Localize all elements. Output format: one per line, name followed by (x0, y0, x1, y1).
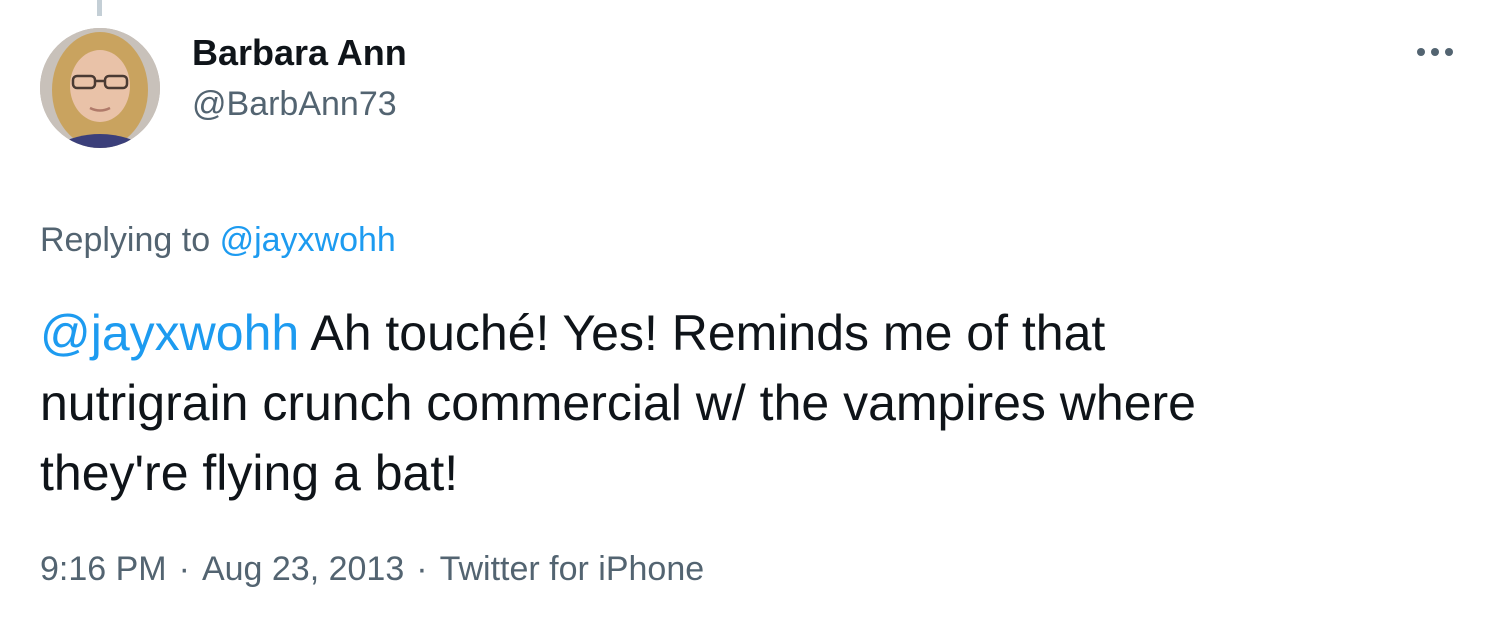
dot (1445, 48, 1453, 56)
thread-connector-line (97, 0, 102, 16)
replying-to-mention-link[interactable]: @jayxwohh (220, 221, 396, 259)
tweet-date-link[interactable]: Aug 23, 2013 (202, 550, 404, 588)
profile-photo-icon (40, 28, 160, 148)
more-dots-icon[interactable] (1405, 30, 1465, 74)
tweet-text-line-3: they're flying a bat! (40, 445, 459, 501)
tweet-text-line-2: nutrigrain crunch commercial w/ the vamp… (40, 375, 1196, 431)
author-name[interactable]: Barbara Ann (192, 30, 407, 76)
replying-to: Replying to @jayxwohh (40, 218, 396, 262)
meta-separator: · (178, 550, 190, 588)
author-handle[interactable]: @BarbAnn73 (192, 82, 397, 126)
tweet-text: @jayxwohh Ah touché! Yes! Reminds me of … (40, 298, 1430, 508)
replying-to-label: Replying to (40, 221, 211, 259)
tweet-text-line-1: @jayxwohh Ah touché! Yes! Reminds me of … (40, 298, 1430, 368)
avatar[interactable] (40, 28, 160, 148)
tweet-mention-link[interactable]: @jayxwohh (40, 305, 299, 361)
tweet-source-link[interactable]: Twitter for iPhone (440, 550, 705, 588)
meta-separator: · (416, 550, 428, 588)
tweet-time-link[interactable]: 9:16 PM (40, 550, 167, 588)
dot (1431, 48, 1439, 56)
dot (1417, 48, 1425, 56)
tweet-metadata: 9:16 PM · Aug 23, 2013 · Twitter for iPhone (40, 546, 704, 592)
tweet-text-segment: Ah touché! Yes! Reminds me of that (299, 305, 1106, 361)
